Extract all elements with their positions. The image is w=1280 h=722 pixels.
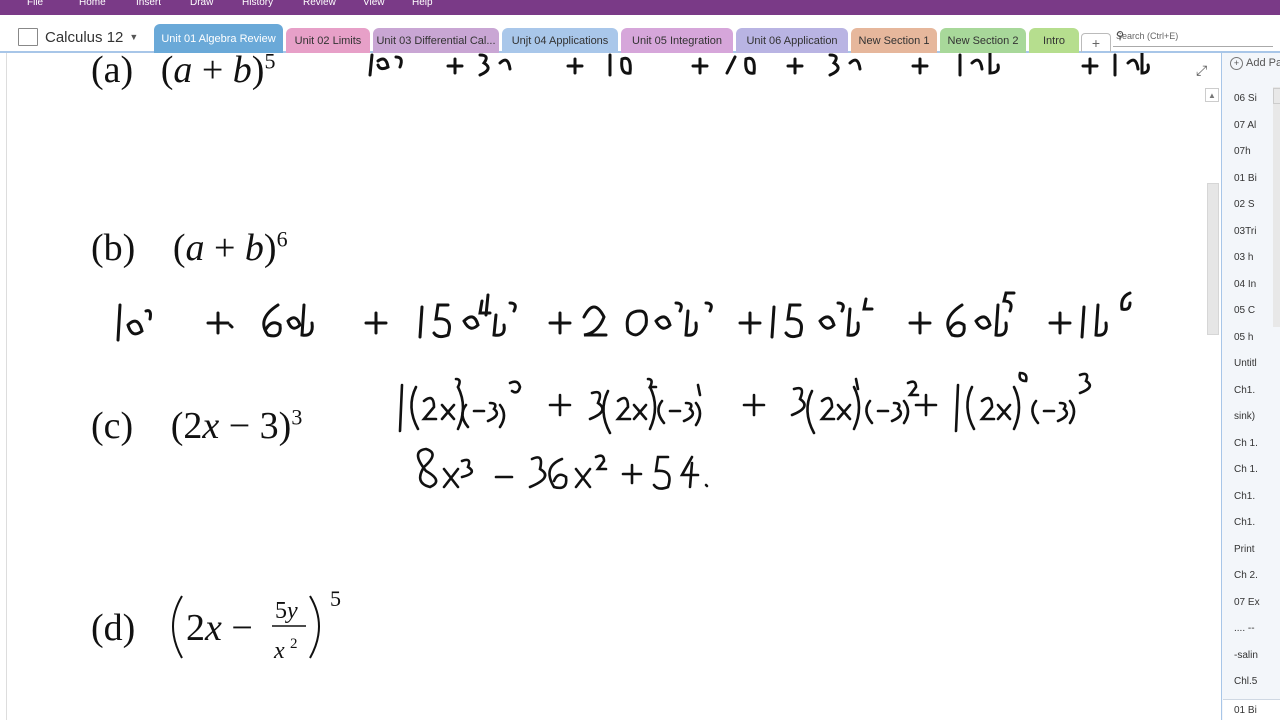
svg-text:2x −: 2x − bbox=[186, 607, 253, 649]
page-item[interactable]: 07 Al bbox=[1234, 120, 1256, 131]
menu-home[interactable]: Home bbox=[79, 0, 106, 8]
problem-a-label: (a) bbox=[91, 49, 134, 91]
page-item[interactable]: Ch 1. bbox=[1234, 438, 1258, 449]
svg-text:x: x bbox=[273, 638, 285, 664]
add-page-button[interactable]: + Add Pa bbox=[1230, 57, 1280, 70]
page-item[interactable]: Ch1. bbox=[1234, 517, 1255, 528]
search-icon: ⚲ bbox=[1116, 30, 1125, 42]
page-item[interactable]: Untitl bbox=[1234, 358, 1257, 369]
chevron-down-icon: ▼ bbox=[129, 32, 139, 42]
page-list-scrollbar[interactable] bbox=[1273, 87, 1280, 327]
problem-a-expression: (a + b)5 bbox=[160, 48, 276, 91]
menu-view[interactable]: View bbox=[363, 0, 385, 8]
problem-c: (c) (2x − 3)3 bbox=[91, 404, 302, 448]
page-list-pane: + Add Pa 06 Si 07 Al 07h 01 Bi 02 S 03Tri… bbox=[1221, 53, 1280, 721]
menu-help[interactable]: Help bbox=[412, 0, 433, 8]
tab-unit-05[interactable]: Unit 05 Integration bbox=[621, 28, 733, 53]
page-item[interactable]: Print bbox=[1234, 544, 1255, 555]
ink-answer-b bbox=[116, 291, 1132, 342]
scroll-up-icon[interactable]: ▲ bbox=[1205, 88, 1219, 102]
page-item[interactable]: 02 S bbox=[1234, 199, 1255, 210]
tab-new-section-1[interactable]: New Section 1 bbox=[851, 28, 937, 53]
page-item[interactable]: 06 Si bbox=[1234, 93, 1257, 104]
problem-b-label: (b) bbox=[91, 227, 136, 269]
svg-text:5y: 5y bbox=[275, 598, 298, 624]
page-item[interactable]: 04 In bbox=[1234, 279, 1256, 290]
page-item[interactable]: Chl.5 bbox=[1234, 676, 1257, 687]
page-item-selected[interactable]: 01 Bi bbox=[1223, 699, 1280, 721]
search-box[interactable]: Search (Ctrl+E) ⚲ bbox=[1113, 28, 1273, 47]
page-item[interactable]: 07h bbox=[1234, 146, 1251, 157]
tab-unit-02[interactable]: Unit 02 Limits bbox=[286, 28, 370, 53]
page-scrollbar[interactable]: ▲ bbox=[1204, 88, 1220, 720]
page-item[interactable]: 01 Bi bbox=[1234, 173, 1257, 184]
problem-b: (b) (a + b)6 bbox=[91, 226, 288, 270]
page-item[interactable]: Ch1. bbox=[1234, 385, 1255, 396]
problem-b-expression: (a + b)6 bbox=[172, 226, 288, 269]
page-item[interactable]: Ch 2. bbox=[1234, 570, 1258, 581]
plus-circle-icon: + bbox=[1230, 57, 1243, 70]
problem-d-expression: 2x − 5y x 2 5 bbox=[172, 586, 341, 664]
page-item[interactable]: .... -- bbox=[1234, 623, 1255, 634]
problem-d-label: (d) bbox=[91, 607, 136, 649]
ribbon-menu-bar: File Home Insert Draw History Review Vie… bbox=[0, 0, 1280, 15]
page-item[interactable]: 05 h bbox=[1234, 332, 1253, 343]
ink-answer-c bbox=[398, 371, 1092, 490]
menu-review[interactable]: Review bbox=[303, 0, 336, 8]
page-item[interactable]: Ch 1. bbox=[1234, 464, 1258, 475]
menu-draw[interactable]: Draw bbox=[190, 0, 213, 8]
tab-new-section-2[interactable]: New Section 2 bbox=[940, 28, 1026, 53]
problem-a: (a) (a + b)5 bbox=[91, 48, 275, 92]
page-item[interactable]: 05 C bbox=[1234, 305, 1255, 316]
tab-unit-04[interactable]: Unjt 04 Applications bbox=[502, 28, 618, 53]
page-item[interactable]: 07 Ex bbox=[1234, 597, 1260, 608]
page-item[interactable]: sink) bbox=[1234, 411, 1255, 422]
expand-icon[interactable]: ⤢ bbox=[1196, 62, 1207, 79]
add-section-button[interactable]: + bbox=[1081, 33, 1111, 52]
page-item[interactable]: Ch1. bbox=[1234, 491, 1255, 502]
menu-history[interactable]: History bbox=[242, 0, 273, 8]
svg-text:5: 5 bbox=[330, 586, 341, 611]
ink-answer-a bbox=[368, 53, 1150, 77]
page-list-scroll-up[interactable] bbox=[1273, 88, 1280, 104]
page-item[interactable]: 03Tri bbox=[1234, 226, 1256, 237]
problem-c-label: (c) bbox=[91, 405, 134, 447]
svg-text:2: 2 bbox=[290, 636, 298, 652]
tab-intro[interactable]: Intro bbox=[1029, 28, 1079, 53]
notebook-selector[interactable]: Calculus 12 ▼ bbox=[18, 28, 138, 46]
notebook-name: Calculus 12 bbox=[45, 28, 124, 46]
page-item[interactable]: -salin bbox=[1234, 650, 1258, 661]
problem-c-expression: (2x − 3)3 bbox=[170, 404, 303, 447]
problem-d-label-wrap: (d) bbox=[91, 606, 135, 650]
notebook-icon bbox=[18, 28, 38, 46]
page-item[interactable]: 03 h bbox=[1234, 252, 1253, 263]
add-page-label: Add Pa bbox=[1246, 57, 1280, 69]
tab-unit-03[interactable]: Unit 03 Differential Cal... bbox=[373, 28, 499, 53]
tab-unit-06[interactable]: Unit 06 Application bbox=[736, 28, 848, 53]
scroll-thumb[interactable] bbox=[1207, 183, 1219, 335]
menu-insert[interactable]: Insert bbox=[136, 0, 161, 8]
menu-file[interactable]: File bbox=[27, 0, 43, 8]
